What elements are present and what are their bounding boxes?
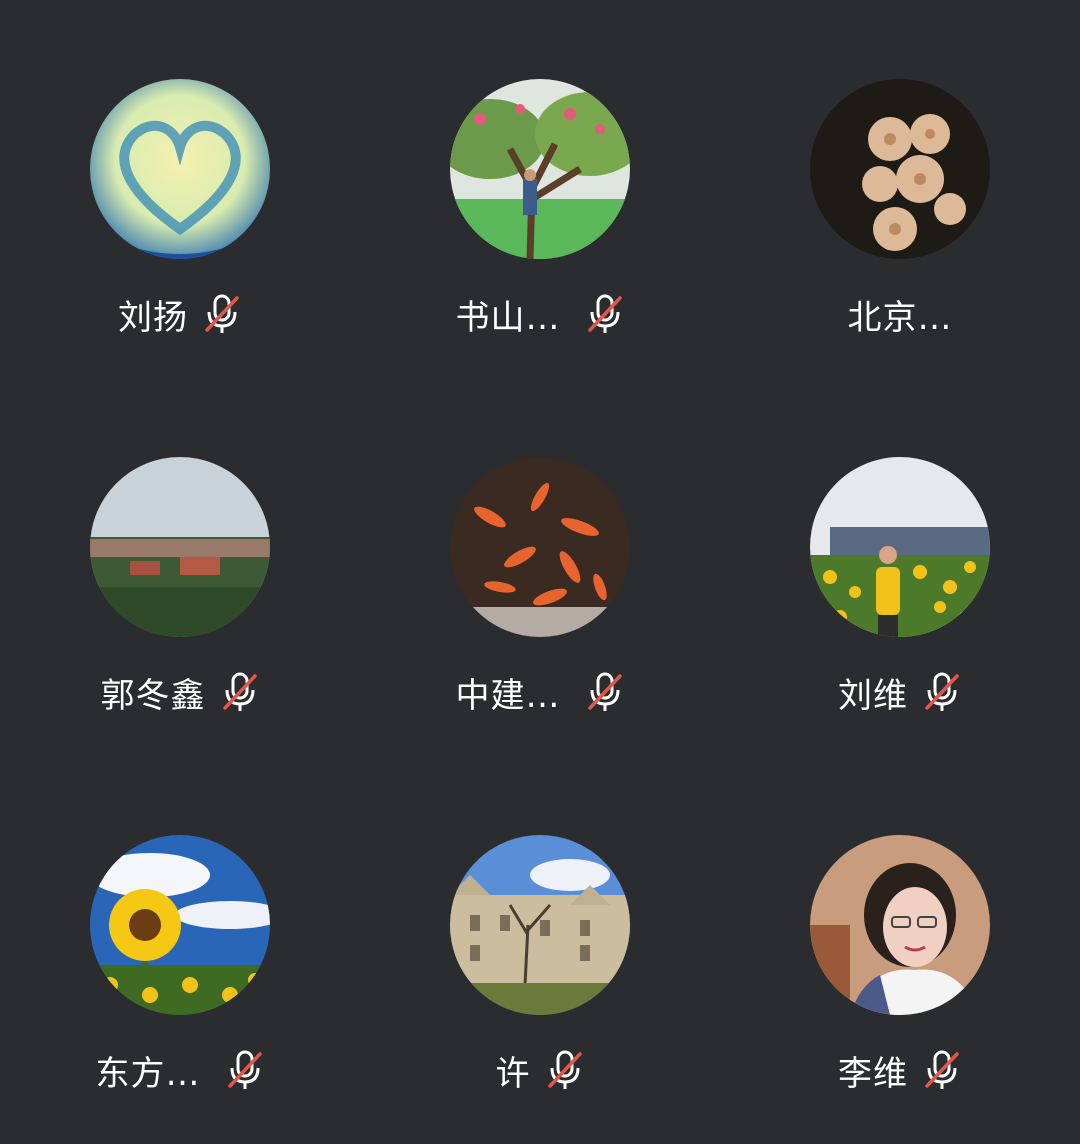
participant-name: 中建…	[455, 675, 561, 716]
avatar[interactable]	[810, 835, 990, 1015]
participant-name: 书山…	[455, 297, 561, 338]
participant-grid: 刘扬 书山… 北京… 郭冬鑫 中建… 刘维 东方… 许 李维	[0, 0, 1080, 1144]
mic-muted-icon	[587, 672, 622, 711]
name-row: 许	[496, 1045, 585, 1095]
participant-name: 许	[495, 1053, 531, 1094]
participant-tile[interactable]: 中建…	[360, 378, 720, 756]
name-row: 李维	[838, 1045, 962, 1095]
name-row: 北京…	[848, 289, 953, 339]
name-row: 东方…	[96, 1045, 265, 1095]
avatar[interactable]	[450, 457, 630, 637]
mic-muted-icon	[587, 294, 622, 333]
participant-name: 刘维	[838, 675, 908, 716]
mic-muted-icon	[925, 672, 959, 711]
name-row: 书山…	[456, 289, 625, 339]
mic-muted-icon	[547, 1050, 582, 1089]
participant-tile[interactable]: 许	[360, 756, 720, 1134]
participant-tile[interactable]: 刘扬	[0, 0, 360, 378]
name-row: 中建…	[456, 667, 625, 717]
avatar[interactable]	[90, 457, 270, 637]
mic-muted-icon	[925, 1050, 959, 1089]
participant-name: 刘扬	[118, 297, 188, 338]
avatar[interactable]	[810, 457, 990, 637]
participant-name: 李维	[838, 1053, 908, 1094]
avatar[interactable]	[90, 835, 270, 1015]
name-row: 刘扬	[118, 289, 242, 339]
participant-name: 郭冬鑫	[100, 675, 206, 716]
avatar[interactable]	[450, 79, 630, 259]
avatar[interactable]	[450, 835, 630, 1015]
participant-tile[interactable]: 刘维	[720, 378, 1080, 756]
avatar[interactable]	[90, 79, 270, 259]
participant-tile[interactable]: 北京…	[720, 0, 1080, 378]
participant-tile[interactable]: 书山…	[360, 0, 720, 378]
participant-tile[interactable]: 李维	[720, 756, 1080, 1134]
participant-name: 北京…	[847, 297, 953, 338]
name-row: 郭冬鑫	[101, 667, 260, 717]
mic-muted-icon	[222, 672, 257, 711]
mic-muted-icon	[227, 1050, 262, 1089]
mic-muted-icon	[205, 294, 239, 333]
participant-tile[interactable]: 东方…	[0, 756, 360, 1134]
participant-tile[interactable]: 郭冬鑫	[0, 378, 360, 756]
avatar[interactable]	[810, 79, 990, 259]
name-row: 刘维	[838, 667, 962, 717]
participant-name: 东方…	[95, 1053, 201, 1094]
